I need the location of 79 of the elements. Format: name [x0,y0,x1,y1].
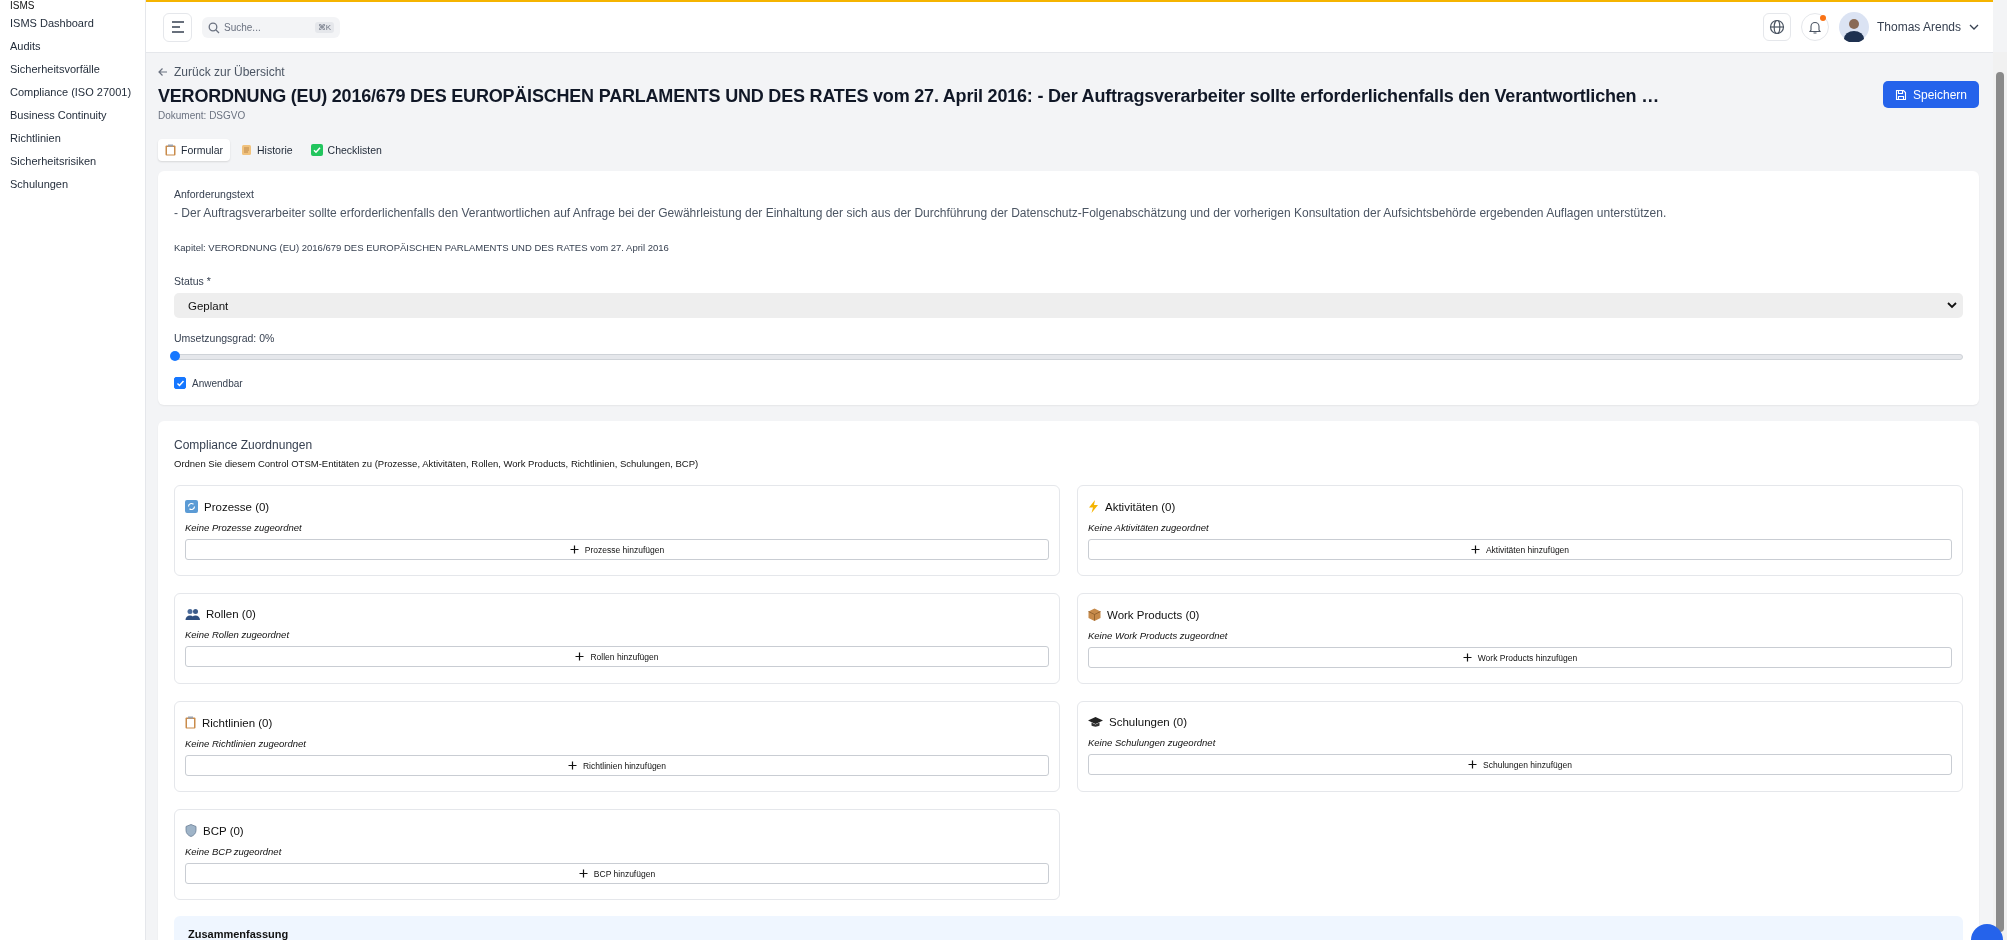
menu-icon [170,21,185,33]
clipboard-icon [185,716,196,729]
checkbox-label: Anwendbar [192,377,243,389]
slider-thumb[interactable] [170,351,180,361]
summary-title: Zusammenfassung [188,928,290,940]
sidebar-item[interactable]: ISMS Dashboard [0,12,145,35]
tab[interactable]: Formular [158,139,230,161]
plus-icon [578,869,588,878]
sidebar-item[interactable]: Sicherheitsrisiken [0,150,145,173]
sidebar-section-title: ISMS [9,0,36,12]
back-link[interactable]: Zurück zur Übersicht [158,65,285,79]
document-label: Dokument: DSGVO [158,110,247,121]
requirement-text: - Der Auftragsverarbeiter sollte erforderlichenfalls den Verantwortlichen auf Anfrage bei der Gewährleistung der Einhaltung der sich aus der Durchführung der Datenschutz-Folgenabschätzung und der vorherigen Konsultation der Aufsichtsbehörde ergebenden Auflagen unterstützen. [174,206,1668,220]
sidebar-item[interactable]: Sicherheitsvorfälle [0,58,145,81]
empty-state-text: Keine BCP zugeordnet [185,846,283,857]
menu-button[interactable] [163,12,192,42]
empty-state-text: Keine Aktivitäten zugeordnet [1088,522,1210,533]
plus-icon [1462,653,1472,662]
user-name[interactable]: Thomas Arends [1876,20,1961,34]
add-button[interactable]: Work Products hinzufügen [1088,647,1952,668]
check-mark-icon [310,144,323,156]
section-title: Compliance Zuordnungen [174,438,314,452]
panel-title: Rollen (0) [206,608,256,620]
notification-button[interactable] [1800,13,1829,41]
panel-title: Schulungen (0) [1109,716,1187,728]
chevron-down-icon[interactable] [1969,24,1979,30]
scroll-icon [241,144,252,156]
empty-state-text: Keine Richtlinien zugeordnet [185,738,307,749]
people-icon [185,608,200,620]
panel-title: Prozesse (0) [204,500,270,513]
chevron-down-icon [1947,302,1957,309]
graduation-cap-icon [1088,716,1103,728]
language-button[interactable] [1762,13,1791,41]
checkbox[interactable] [174,377,186,389]
sidebar-item[interactable]: Business Continuity [0,104,145,127]
empty-state-text: Keine Schulungen zugeordnet [1088,737,1217,748]
tab[interactable]: Checklisten [303,139,389,161]
field-label: Anforderungstext [174,188,255,200]
clipboard-icon [165,144,176,156]
add-button[interactable]: Prozesse hinzufügen [185,539,1049,560]
shield-icon [185,824,197,837]
globe-icon [1768,19,1785,35]
sidebar-item[interactable]: Audits [0,35,145,58]
avatar-icon [1838,12,1869,42]
plus-icon [1468,760,1478,769]
panel-title: Aktivitäten (0) [1105,500,1176,513]
empty-state-text: Keine Work Products zugeordnet [1088,630,1229,641]
sidebar-item[interactable]: Compliance (ISO 27001) [0,81,145,104]
add-button[interactable]: Aktivitäten hinzufügen [1088,539,1952,560]
plus-icon [567,761,577,770]
add-button[interactable]: Richtlinien hinzufügen [185,755,1049,776]
plus-icon [569,545,579,554]
plus-icon [575,652,585,661]
field-label: Umsetzungsgrad: 0% [174,332,276,344]
save-button[interactable]: Speichern [1882,81,1979,108]
lightning-icon [1088,500,1099,513]
field-label: Status * [174,275,212,287]
tab[interactable]: Historie [234,139,300,161]
search-icon [208,21,220,34]
page-title: VERORDNUNG (EU) 2016/679 DES EUROPÄISCHEN PARLAMENTS UND DES RATES vom 27. April 2016: - Der Auftragsverarbeiter sollte erforderlichenfalls den Verantwortlichen … [158,85,1660,108]
sidebar-item[interactable]: Richtlinien [0,127,145,150]
add-button[interactable]: BCP hinzufügen [185,863,1049,884]
status-select[interactable]: Geplant [174,293,1963,318]
add-button[interactable]: Rollen hinzufügen [185,646,1049,667]
cycle-arrows-icon [185,500,198,513]
panel-title: Richtlinien (0) [202,716,273,729]
panel-title: Work Products (0) [1107,608,1200,621]
add-button[interactable]: Schulungen hinzufügen [1088,754,1952,775]
bell-icon [1807,19,1822,35]
sidebar-item[interactable]: Schulungen [0,173,145,196]
empty-state-text: Keine Rollen zugeordnet [185,629,291,640]
panel-title: BCP (0) [203,824,244,837]
plus-icon [1470,545,1480,554]
arrow-left-icon [158,67,168,77]
shortcut-hint: ⌘K [314,21,334,33]
empty-state-text: Keine Prozesse zugeordnet [185,522,303,533]
section-description: Ordnen Sie diesem Control OTSM-Entitäten zu (Prozesse, Aktivitäten, Rollen, Work Products, Richtlinien, Schulungen, BCP) [174,458,700,469]
chapter-text: Kapitel: VERORDNUNG (EU) 2016/679 DES EUROPÄISCHEN PARLAMENTS UND DES RATES vom 27. April 2016 [174,242,670,253]
package-icon [1088,608,1101,621]
